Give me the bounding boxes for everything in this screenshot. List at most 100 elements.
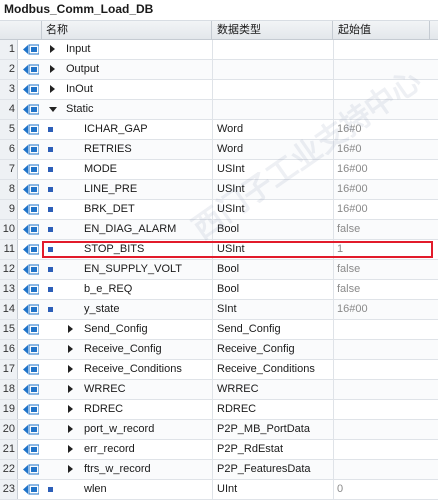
header-start-value[interactable]: 起始值 xyxy=(334,21,430,39)
table-row[interactable]: 14 y_state SInt 16#00 xyxy=(0,300,438,320)
row-data-type[interactable]: USInt xyxy=(217,240,245,259)
column-separator xyxy=(212,460,213,479)
table-row[interactable]: 13 b_e_REQ Bool false xyxy=(0,280,438,300)
table-row[interactable]: 19 RDREC RDREC xyxy=(0,400,438,420)
row-start-value[interactable]: 16#00 xyxy=(337,160,368,179)
row-name[interactable]: Output xyxy=(66,60,99,79)
row-data-type[interactable]: Word xyxy=(217,140,243,159)
row-start-value[interactable]: false xyxy=(337,280,360,299)
row-data-type[interactable]: UInt xyxy=(217,480,237,499)
table-row[interactable]: 1 Input xyxy=(0,40,438,60)
header-name[interactable]: 名称 xyxy=(42,21,212,39)
collapsed-arrow-icon[interactable] xyxy=(68,325,73,333)
table-row[interactable]: 15 Send_Config Send_Config xyxy=(0,320,438,340)
table-row[interactable]: 8 LINE_PRE USInt 16#00 xyxy=(0,180,438,200)
member-bullet-icon xyxy=(48,167,53,172)
table-row[interactable]: 18 WRREC WRREC xyxy=(0,380,438,400)
table-row[interactable]: 3 InOut xyxy=(0,80,438,100)
collapsed-arrow-icon[interactable] xyxy=(68,445,73,453)
expanded-arrow-icon[interactable] xyxy=(49,107,57,112)
collapsed-arrow-icon[interactable] xyxy=(68,345,73,353)
collapsed-arrow-icon[interactable] xyxy=(68,385,73,393)
row-name[interactable]: Static xyxy=(66,100,94,119)
row-data-type[interactable]: Bool xyxy=(217,280,239,299)
row-data-type[interactable]: USInt xyxy=(217,180,245,199)
column-separator xyxy=(333,240,334,259)
table-row[interactable]: 5 ICHAR_GAP Word 16#0 xyxy=(0,120,438,140)
collapsed-arrow-icon[interactable] xyxy=(68,405,73,413)
row-data-type[interactable]: SInt xyxy=(217,300,237,319)
collapsed-arrow-icon[interactable] xyxy=(68,465,73,473)
column-separator xyxy=(333,280,334,299)
row-name[interactable]: LINE_PRE xyxy=(84,180,137,199)
row-data-type[interactable]: P2P_MB_PortData xyxy=(217,420,310,439)
table-row[interactable]: 16 Receive_Config Receive_Config xyxy=(0,340,438,360)
column-separator xyxy=(333,60,334,79)
row-name[interactable]: wlen xyxy=(84,480,107,499)
collapsed-arrow-icon[interactable] xyxy=(68,365,73,373)
row-data-type[interactable]: Word xyxy=(217,120,243,139)
row-start-value[interactable]: 16#00 xyxy=(337,300,368,319)
column-separator xyxy=(212,80,213,99)
row-start-value[interactable]: false xyxy=(337,220,360,239)
table-row[interactable]: 23 wlen UInt 0 xyxy=(0,480,438,500)
row-start-value[interactable]: 16#00 xyxy=(337,200,368,219)
table-row[interactable]: 4 Static xyxy=(0,100,438,120)
row-data-type[interactable]: USInt xyxy=(217,200,245,219)
table-row[interactable]: 12 EN_SUPPLY_VOLT Bool false xyxy=(0,260,438,280)
table-row[interactable]: 11 STOP_BITS USInt 1 xyxy=(0,240,438,260)
row-data-type[interactable]: RDREC xyxy=(217,400,256,419)
row-start-value[interactable]: 1 xyxy=(337,240,343,259)
row-start-value[interactable]: 0 xyxy=(337,480,343,499)
table-row[interactable]: 21 err_record P2P_RdEstat xyxy=(0,440,438,460)
table-row[interactable]: 10 EN_DIAG_ALARM Bool false xyxy=(0,220,438,240)
row-name[interactable]: Input xyxy=(66,40,90,59)
table-row[interactable]: 6 RETRIES Word 16#0 xyxy=(0,140,438,160)
table-row[interactable]: 9 BRK_DET USInt 16#00 xyxy=(0,200,438,220)
row-data-type[interactable]: Send_Config xyxy=(217,320,281,339)
row-name[interactable]: Receive_Config xyxy=(84,340,162,359)
table-row[interactable]: 17 Receive_Conditions Receive_Conditions xyxy=(0,360,438,380)
row-name[interactable]: EN_DIAG_ALARM xyxy=(84,220,176,239)
table-row[interactable]: 22 ftrs_w_record P2P_FeaturesData xyxy=(0,460,438,480)
row-name[interactable]: y_state xyxy=(84,300,119,319)
db-title: Modbus_Comm_Load_DB xyxy=(4,2,154,16)
collapsed-arrow-icon[interactable] xyxy=(50,65,55,73)
row-name[interactable]: EN_SUPPLY_VOLT xyxy=(84,260,182,279)
row-name[interactable]: Send_Config xyxy=(84,320,148,339)
row-name[interactable]: InOut xyxy=(66,80,93,99)
row-name[interactable]: WRREC xyxy=(84,380,126,399)
table-row[interactable]: 20 port_w_record P2P_MB_PortData xyxy=(0,420,438,440)
row-name[interactable]: MODE xyxy=(84,160,117,179)
table-row[interactable]: 7 MODE USInt 16#00 xyxy=(0,160,438,180)
row-name[interactable]: b_e_REQ xyxy=(84,280,132,299)
row-name[interactable]: ICHAR_GAP xyxy=(84,120,148,139)
row-name[interactable]: RETRIES xyxy=(84,140,132,159)
row-name[interactable]: ftrs_w_record xyxy=(84,460,151,479)
row-name[interactable]: port_w_record xyxy=(84,420,154,439)
row-data-type[interactable]: Bool xyxy=(217,260,239,279)
interface-icon xyxy=(23,64,39,75)
row-data-type[interactable]: USInt xyxy=(217,160,245,179)
collapsed-arrow-icon[interactable] xyxy=(68,425,73,433)
row-name[interactable]: BRK_DET xyxy=(84,200,135,219)
row-start-value[interactable]: 16#0 xyxy=(337,140,361,159)
row-data-type[interactable]: Receive_Conditions xyxy=(217,360,315,379)
row-name[interactable]: STOP_BITS xyxy=(84,240,144,259)
row-data-type[interactable]: P2P_FeaturesData xyxy=(217,460,311,479)
row-data-type[interactable]: Receive_Config xyxy=(217,340,295,359)
row-name[interactable]: Receive_Conditions xyxy=(84,360,182,379)
header-data-type[interactable]: 数据类型 xyxy=(213,21,333,39)
row-number: 3 xyxy=(0,80,18,99)
row-start-value[interactable]: false xyxy=(337,260,360,279)
row-name[interactable]: RDREC xyxy=(84,400,123,419)
row-start-value[interactable]: 16#0 xyxy=(337,120,361,139)
row-data-type[interactable]: P2P_RdEstat xyxy=(217,440,283,459)
collapsed-arrow-icon[interactable] xyxy=(50,85,55,93)
row-data-type[interactable]: Bool xyxy=(217,220,239,239)
row-start-value[interactable]: 16#00 xyxy=(337,180,368,199)
collapsed-arrow-icon[interactable] xyxy=(50,45,55,53)
row-data-type[interactable]: WRREC xyxy=(217,380,259,399)
row-name[interactable]: err_record xyxy=(84,440,135,459)
table-row[interactable]: 2 Output xyxy=(0,60,438,80)
